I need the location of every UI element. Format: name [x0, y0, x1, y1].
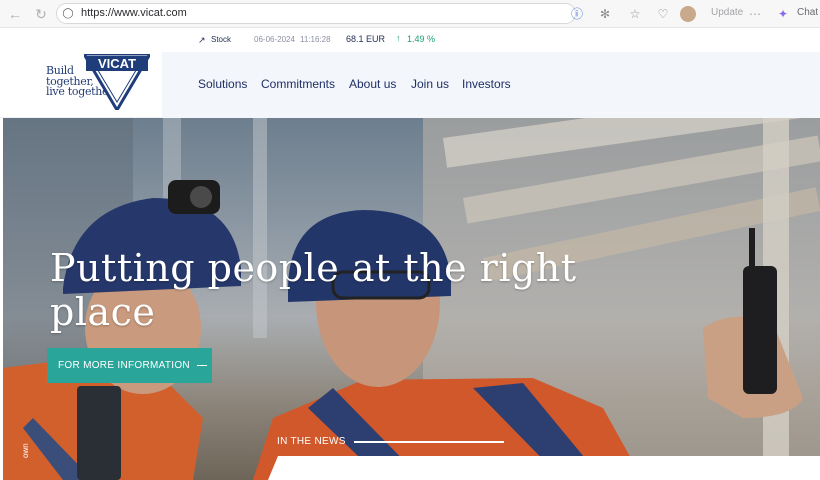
- nav-about-us[interactable]: About us: [349, 77, 396, 91]
- stock-time: 11:16:28: [300, 35, 331, 44]
- cta-label: FOR MORE INFORMATION: [58, 360, 190, 371]
- nav-join-us[interactable]: Join us: [411, 77, 449, 91]
- scroll-hint: own: [21, 443, 30, 458]
- cta-dash-icon: [197, 365, 207, 366]
- profile-avatar[interactable]: [680, 6, 696, 22]
- stock-ticker: ↗ Stock 06-06-2024 11:16:28 68.1 EUR ↑ 1…: [0, 28, 820, 52]
- update-button[interactable]: Update: [711, 7, 743, 18]
- nav-investors[interactable]: Investors: [462, 77, 511, 91]
- site-header: Build together, live together VICAT Solu…: [0, 52, 820, 118]
- chat-assistant-icon[interactable]: ✦: [774, 5, 792, 23]
- address-bar[interactable]: ◯ https://www.vicat.com: [56, 3, 576, 24]
- nav-commitments[interactable]: Commitments: [261, 77, 335, 91]
- back-arrow-icon[interactable]: ←: [6, 5, 24, 23]
- in-the-news-label[interactable]: IN THE NEWS: [277, 436, 346, 447]
- more-information-button[interactable]: FOR MORE INFORMATION: [47, 348, 212, 383]
- bookmark-star-icon[interactable]: ☆: [626, 5, 644, 23]
- stock-price: 68.1 EUR: [346, 34, 386, 44]
- chat-button[interactable]: Chat: [797, 7, 818, 18]
- more-dots-icon[interactable]: ⋯: [746, 5, 764, 23]
- translate-icon[interactable]: ⓘ: [568, 5, 586, 23]
- nav-solutions[interactable]: Solutions: [198, 77, 247, 91]
- site-info-icon[interactable]: ◯: [59, 5, 77, 23]
- trend-icon: ↗: [198, 35, 206, 45]
- url-text: https://www.vicat.com: [81, 7, 187, 19]
- hero-banner: Putting people at the right place FOR MO…: [3, 118, 820, 480]
- stock-change: 1.49 %: [407, 34, 436, 44]
- browser-toolbar: ← ↻ ◯ https://www.vicat.com ⓘ ✻ ☆ ♡ Upda…: [0, 0, 820, 28]
- heart-icon[interactable]: ♡: [654, 5, 672, 23]
- up-arrow-icon: ↑: [396, 33, 401, 43]
- vicat-logo[interactable]: VICAT: [84, 54, 150, 110]
- stock-date: 06-06-2024: [254, 35, 295, 44]
- extension-icon[interactable]: ✻: [596, 5, 614, 23]
- stock-label: Stock: [211, 35, 232, 44]
- news-progress-line: [354, 441, 504, 443]
- reload-icon[interactable]: ↻: [32, 5, 50, 23]
- hero-title: Putting people at the right place: [50, 246, 577, 334]
- logo-wordmark: VICAT: [98, 56, 136, 71]
- news-panel: [268, 456, 820, 480]
